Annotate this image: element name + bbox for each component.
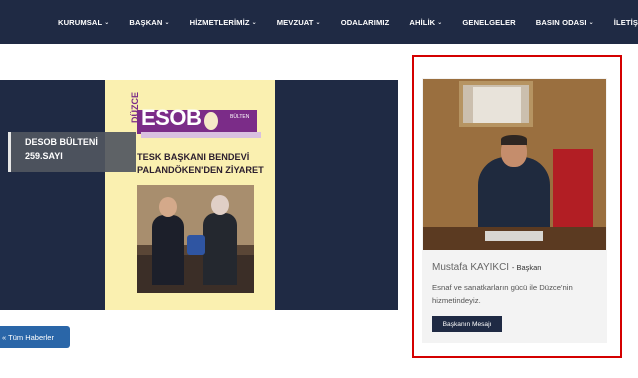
photo-head-left: [159, 197, 177, 217]
president-name-line: Mustafa KAYIKCI - Başkan: [432, 262, 541, 273]
president-hair: [501, 135, 527, 145]
cover-headline: TESK BAŞKANI BENDEVİ PALANDÖKEN'DEN ZİYA…: [137, 151, 264, 177]
slide-caption-issue: 259.SAYI: [25, 151, 63, 161]
portrait-frame-picture: [473, 87, 521, 123]
chevron-down-icon: ⌄: [104, 19, 110, 26]
bulletin-cover-image[interactable]: ESOB BÜLTEN DÜZCE TESK BAŞKANI BENDEVİ P…: [105, 80, 275, 310]
nav-item-basin-odasi[interactable]: BASIN ODASI ⌄: [536, 18, 594, 27]
president-role: - Başkan: [511, 263, 542, 272]
cover-small-text: BÜLTEN: [230, 114, 250, 120]
nav-item-baskan[interactable]: BAŞKAN ⌄: [129, 18, 169, 27]
photo-person-left: [152, 215, 184, 285]
nav-menu: KURUMSAL ⌄ BAŞKAN ⌄ HİZMETLERİMİZ ⌄ MEVZ…: [58, 0, 638, 44]
chevron-down-icon: ⌄: [588, 19, 594, 26]
cover-photo: [137, 185, 254, 293]
nav-item-label: BASIN ODASI: [535, 17, 587, 27]
nav-item-label: KURUMSAL: [58, 17, 103, 27]
chevron-down-icon: ⌄: [315, 19, 321, 26]
photo-head-right: [211, 195, 229, 215]
chevron-down-icon: ⌄: [437, 19, 443, 26]
president-text: Esnaf ve sanatkarların gücü ile Düzce'ni…: [432, 283, 573, 305]
cover-subtitle-strip: [141, 132, 261, 138]
nav-item-label: AHİLİK: [409, 17, 436, 27]
nav-item-label: GENELGELER: [462, 17, 516, 27]
nav-item-kurumsal[interactable]: KURUMSAL ⌄: [58, 18, 109, 27]
photo-person-right: [203, 213, 237, 285]
photo-plaque: [187, 235, 205, 255]
flag: [553, 149, 593, 229]
nav-item-label: MEVZUAT: [276, 17, 314, 27]
slide-caption-title: DESOB BÜLTENİ: [25, 137, 98, 147]
slide-caption[interactable]: DESOB BÜLTENİ 259.SAYI: [8, 132, 136, 172]
nav-item-genelgeler[interactable]: GENELGELER: [462, 18, 515, 27]
nav-item-hizmetlerimiz[interactable]: HİZMETLERİMİZ ⌄: [190, 18, 257, 27]
president-name: Mustafa KAYIKCI: [432, 262, 510, 273]
president-suit: [478, 157, 550, 237]
chevron-down-icon: ⌄: [251, 19, 257, 26]
nav-item-iletisim[interactable]: İLETİŞİM: [614, 18, 638, 27]
president-photo: [423, 79, 606, 250]
cover-seal-icon: [202, 110, 220, 132]
nav-item-ahilik[interactable]: AHİLİK ⌄: [409, 18, 442, 27]
cover-logo: ESOB: [141, 105, 202, 130]
nav-item-label: İLETİŞİM: [613, 17, 638, 27]
desk-name-sign: [485, 231, 543, 241]
president-message-button[interactable]: Başkanın Mesajı: [432, 316, 502, 332]
cover-headline-line1: TESK BAŞKANI BENDEVİ: [137, 152, 250, 162]
nav-item-label: HİZMETLERİMİZ: [189, 17, 250, 27]
all-news-button[interactable]: « Tüm Haberler: [0, 326, 70, 348]
cover-side-text: DÜZCE: [130, 92, 140, 123]
main-navbar: KURUMSAL ⌄ BAŞKAN ⌄ HİZMETLERİMİZ ⌄ MEVZ…: [0, 0, 638, 44]
nav-item-label: ODALARIMIZ: [340, 17, 390, 27]
nav-item-mevzuat[interactable]: MEVZUAT ⌄: [277, 18, 321, 27]
cover-headline-line2: PALANDÖKEN'DEN ZİYARET: [137, 165, 264, 175]
chevron-down-icon: ⌄: [164, 19, 170, 26]
nav-item-odalarimiz[interactable]: ODALARIMIZ: [341, 18, 390, 27]
nav-item-label: BAŞKAN: [129, 17, 163, 27]
